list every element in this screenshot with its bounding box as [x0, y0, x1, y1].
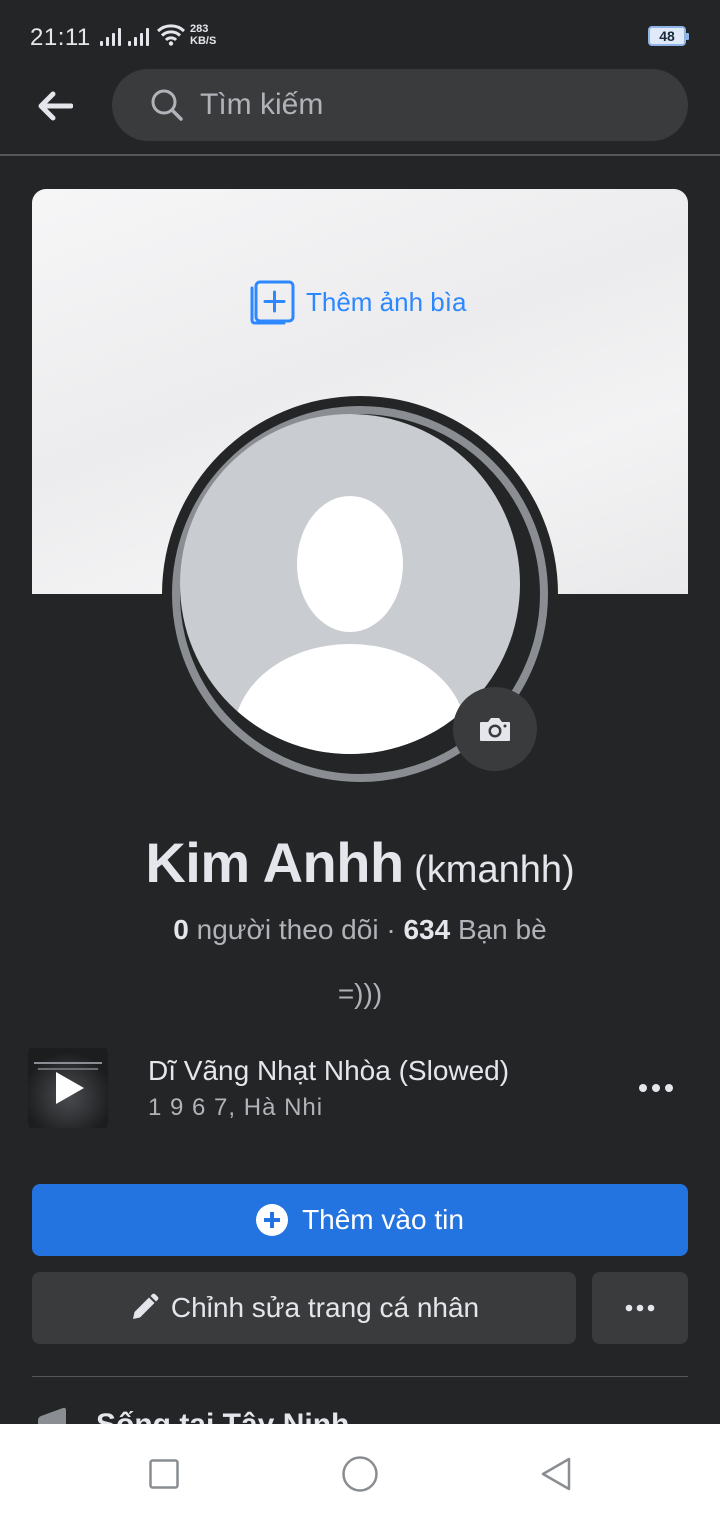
friends-label[interactable]: Bạn bè	[458, 914, 547, 945]
system-back-button[interactable]	[536, 1454, 576, 1494]
recent-apps-button[interactable]	[144, 1454, 184, 1494]
search-icon	[151, 89, 183, 121]
pencil-icon	[132, 1293, 159, 1319]
followers-count[interactable]: 0	[173, 914, 189, 945]
add-photo-icon	[250, 280, 295, 325]
followers-label[interactable]: người theo dõi	[197, 914, 379, 945]
plus-circle-icon	[256, 1204, 289, 1236]
back-button[interactable]	[30, 82, 80, 130]
more-dots-icon	[639, 1084, 673, 1092]
thumb-text-line	[34, 1062, 102, 1064]
wifi-icon	[157, 24, 185, 46]
friends-count[interactable]: 634	[403, 914, 450, 945]
stats-separator: ·	[386, 914, 396, 945]
music-artist: 1 9 6 7, Hà Nhi	[148, 1094, 324, 1121]
add-to-story-button[interactable]: Thêm vào tin	[32, 1184, 688, 1256]
edit-profile-label: Chỉnh sửa trang cá nhân	[170, 1292, 480, 1323]
edit-profile-button[interactable]: Chỉnh sửa trang cá nhân	[32, 1272, 576, 1344]
square-icon	[149, 1459, 179, 1489]
music-thumbnail[interactable]	[28, 1048, 108, 1128]
music-more-button[interactable]	[626, 1070, 686, 1106]
add-to-story-label: Thêm vào tin	[302, 1204, 464, 1235]
profile-more-button[interactable]	[592, 1272, 688, 1344]
thumb-text-line	[38, 1068, 98, 1070]
battery-indicator: 48	[648, 26, 689, 46]
status-time: 21:11	[30, 24, 91, 51]
signal-icon	[100, 28, 124, 46]
back-arrow-icon	[38, 91, 73, 121]
net-speed-unit: KB/S	[190, 35, 217, 47]
home-button[interactable]	[340, 1454, 380, 1494]
header-divider	[0, 154, 720, 156]
music-title[interactable]: Dĩ Vãng Nhạt Nhòa (Slowed)	[148, 1055, 509, 1087]
net-speed-value: 283	[190, 23, 209, 35]
change-profile-picture-button[interactable]	[453, 687, 537, 771]
system-navigation-bar	[0, 1424, 720, 1520]
net-speed: 283 KB/S	[190, 23, 216, 47]
search-input[interactable]	[200, 88, 640, 122]
profile-name-row: Kim Anhh (kmanhh)	[0, 830, 720, 895]
triangle-back-icon	[541, 1457, 571, 1491]
profile-username: (kmanhh)	[414, 849, 575, 891]
intro-row-partial: Sống tại Tây Ninh	[32, 1406, 688, 1426]
camera-icon	[480, 718, 510, 741]
search-bar[interactable]	[112, 69, 688, 141]
signal-icon-2	[128, 28, 152, 46]
profile-stats: 0 người theo dõi · 634 Bạn bè	[0, 914, 720, 946]
add-cover-label: Thêm ảnh bìa	[306, 286, 467, 317]
profile-name: Kim Anhh	[145, 831, 404, 894]
play-icon	[56, 1072, 84, 1104]
section-divider	[32, 1376, 688, 1377]
profile-bio: =)))	[337, 978, 383, 1009]
status-bar: 21:11 283 KB/S 48	[0, 0, 720, 70]
circle-icon	[342, 1456, 378, 1492]
add-cover-photo-button[interactable]: Thêm ảnh bìa	[248, 279, 466, 325]
more-dots-icon	[625, 1304, 655, 1312]
